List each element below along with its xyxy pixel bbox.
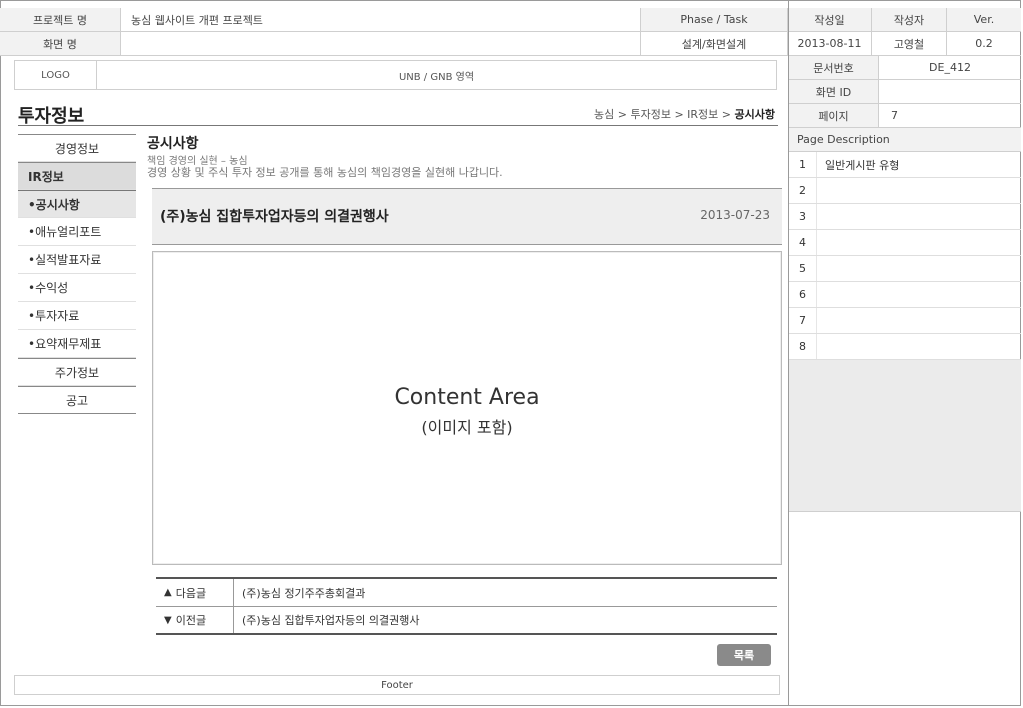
header-row-2: 화면 명 설계/화면설계 2013-08-11 고영철 0.2 — [0, 32, 1021, 56]
content-area-label: Content Area — [394, 385, 540, 410]
pd-num: 4 — [789, 230, 817, 255]
breadcrumb-current: 공시사항 — [734, 108, 775, 121]
nav-investment-data[interactable]: •투자자료 — [18, 302, 136, 330]
logo[interactable]: LOGO — [15, 61, 97, 89]
doc-no-label: 문서번호 — [789, 56, 879, 80]
next-post-row[interactable]: ▲ 다음글 (주)농심 정기주주총회결과 — [156, 579, 777, 606]
nav-profitability[interactable]: •수익성 — [18, 274, 136, 302]
screen-value — [121, 32, 641, 56]
nav-stock-info[interactable]: 주가정보 — [18, 358, 136, 386]
content-area-note: (이미지 포함) — [421, 418, 513, 437]
pd-row: 1 일반게시판 유형 — [789, 152, 1021, 178]
pd-row: 4 — [789, 230, 1021, 256]
pd-row: 6 — [789, 282, 1021, 308]
doc-no-value: DE_412 — [879, 56, 1021, 80]
page-description-filler — [789, 360, 1021, 512]
nav-earnings[interactable]: •실적발표자료 — [18, 246, 136, 274]
chevron-up-icon: ▲ — [164, 587, 172, 598]
nav-annual-report[interactable]: •애뉴얼리포트 — [18, 218, 136, 246]
phase-value: 설계/화면설계 — [641, 32, 788, 56]
pd-num: 6 — [789, 282, 817, 307]
pd-num: 7 — [789, 308, 817, 333]
pd-text — [817, 204, 1021, 229]
pd-num: 5 — [789, 256, 817, 281]
nav-financial-summary[interactable]: •요약재무제표 — [18, 330, 136, 358]
page-row: 페이지 7 — [789, 104, 1021, 128]
phase-label: Phase / Task — [641, 8, 788, 32]
page-description-title: Page Description — [789, 128, 1021, 152]
left-nav: 경영정보 IR정보 •공시사항 •애뉴얼리포트 •실적발표자료 •수익성 •투자… — [18, 134, 136, 414]
post-date: 2013-07-23 — [700, 208, 770, 222]
pd-text — [817, 178, 1021, 203]
pd-row: 5 — [789, 256, 1021, 282]
next-post-label: ▲ 다음글 — [156, 579, 234, 606]
prev-post-row[interactable]: ▼ 이전글 (주)농심 집합투자업자등의 의결권행사 — [156, 606, 777, 633]
screen-id-row: 화면 ID — [789, 80, 1021, 104]
pd-num: 8 — [789, 334, 817, 359]
pd-num: 1 — [789, 152, 817, 177]
nav-ir-info[interactable]: IR정보 — [18, 162, 136, 190]
pd-row: 2 — [789, 178, 1021, 204]
next-label-text: 다음글 — [175, 586, 207, 600]
project-value: 농심 웹사이트 개편 프로젝트 — [121, 8, 641, 32]
nav-notice[interactable]: 공고 — [18, 386, 136, 414]
prev-post-label: ▼ 이전글 — [156, 607, 234, 633]
pd-text — [817, 230, 1021, 255]
next-post-link[interactable]: (주)농심 정기주주총회결과 — [234, 579, 777, 606]
pd-num: 3 — [789, 204, 817, 229]
screen-label: 화면 명 — [0, 32, 121, 56]
gnb-area: UNB / GNB 영역 — [398, 71, 475, 83]
section-divider — [18, 125, 778, 126]
pd-num: 2 — [789, 178, 817, 203]
info-panel: 문서번호 DE_412 화면 ID 페이지 7 — [789, 56, 1021, 128]
project-label: 프로젝트 명 — [0, 8, 121, 32]
screen-id-label: 화면 ID — [789, 80, 879, 104]
footer: Footer — [14, 675, 780, 695]
post-header: (주)농심 집합투자업자등의 의결권행사 2013-07-23 — [152, 188, 782, 245]
pd-text — [817, 282, 1021, 307]
content-description: 경영 상황 및 주식 투자 정보 공개를 통해 농심의 책임경영을 실현해 나갑… — [147, 166, 503, 179]
pd-row: 7 — [789, 308, 1021, 334]
nav-disclosure[interactable]: •공시사항 — [18, 190, 136, 218]
top-bar: LOGO UNB / GNB 영역 — [14, 60, 777, 90]
pd-text — [817, 256, 1021, 281]
post-navigation: ▲ 다음글 (주)농심 정기주주총회결과 ▼ 이전글 (주)농심 집합투자업자등의 … — [156, 577, 777, 635]
ver-value: 0.2 — [947, 32, 1021, 56]
page-value: 7 — [879, 104, 1021, 128]
author-label: 작성자 — [872, 8, 947, 32]
author-value: 고영철 — [872, 32, 947, 56]
post-title: (주)농심 집합투자업자등의 의결권행사 — [160, 209, 389, 225]
content-area: Content Area (이미지 포함) — [152, 251, 782, 565]
doc-no-row: 문서번호 DE_412 — [789, 56, 1021, 80]
page-label: 페이지 — [789, 104, 879, 128]
pd-row: 8 — [789, 334, 1021, 360]
ver-label: Ver. — [947, 8, 1021, 32]
pd-row: 3 — [789, 204, 1021, 230]
breadcrumb: 농심 > 투자정보 > IR정보 > 공시사항 — [594, 106, 775, 122]
page-description-list: 1 일반게시판 유형 2 3 4 5 6 7 8 — [789, 152, 1021, 360]
pd-text: 일반게시판 유형 — [825, 158, 900, 172]
chevron-down-icon: ▼ — [164, 614, 172, 626]
date-value: 2013-08-11 — [788, 32, 872, 56]
pd-text — [817, 308, 1021, 333]
nav-management-info[interactable]: 경영정보 — [18, 134, 136, 162]
header-row-1: 프로젝트 명 농심 웹사이트 개편 프로젝트 Phase / Task 작성일 … — [0, 8, 1021, 32]
date-label: 작성일 — [788, 8, 872, 32]
content-title: 공시사항 — [147, 136, 199, 152]
prev-label-text: 이전글 — [175, 614, 207, 627]
prev-post-link[interactable]: (주)농심 집합투자업자등의 의결권행사 — [234, 607, 777, 633]
screen-id-value — [879, 80, 1021, 104]
breadcrumb-path: 농심 > 투자정보 > IR정보 > — [594, 108, 735, 121]
list-button[interactable]: 목록 — [717, 644, 771, 666]
pd-text — [817, 334, 1021, 359]
